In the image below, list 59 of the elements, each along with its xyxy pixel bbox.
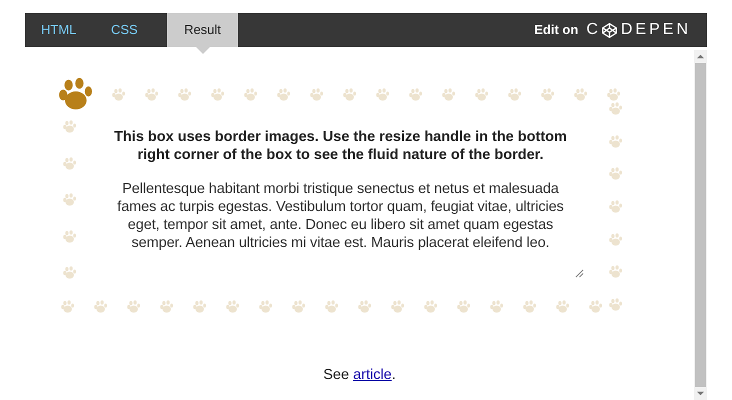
paw-print-icon [62,156,76,170]
tab[interactable]: HTML [27,13,97,47]
paw-print-icon [110,88,124,102]
paw-print-icon [522,300,536,314]
paw-print-icon [62,193,76,207]
paw-print-icon [126,300,140,314]
paw-print-icon [608,102,622,116]
paw-print-icon [276,88,290,102]
paw-print-icon [62,266,76,280]
paw-print-icon [342,88,356,102]
paw-print-icon [62,120,76,134]
box-heading: This box uses border images. Use the resize handle in the bottom right corner of the box to see the fluid nature of the border. [113,128,568,164]
paw-print-icon [224,300,238,314]
paw-print-icon [356,300,370,314]
paw-print-icon [540,88,554,102]
paw-print-icon [92,300,106,314]
resize-handle-icon[interactable] [574,269,584,278]
paw-print-icon [608,167,622,182]
paw-print-icon [210,88,224,102]
paw-print-icon [176,88,190,102]
paw-print-icon [422,300,436,314]
paw-print-icon [258,300,272,314]
paw-print-icon [606,88,620,102]
article-link[interactable]: article [353,367,392,384]
paw-print-icon [144,88,158,102]
paw-print-icon [192,300,206,314]
paw-print-icon [456,300,470,314]
paw-print-icon [506,88,520,102]
tab-pointer-icon [196,47,210,54]
paw-print-icon [608,134,622,149]
scroll-up-arrow-icon[interactable] [697,53,704,60]
paw-print-icon [390,300,404,314]
paw-print-icon [572,88,586,102]
paw-print-icon [374,88,388,102]
paw-print-icon [488,300,502,314]
paw-print-icon [290,300,304,314]
paw-print-icon [440,88,454,102]
paw-print-icon [324,300,338,314]
paw-print-icon [408,88,422,102]
tab[interactable]: CSS [97,13,167,47]
footer-text: See article. [323,366,396,386]
edit-on-codepen-link[interactable]: Edit on C DEPEN [534,13,691,47]
paw-print-icon [608,265,622,280]
paw-print-icon [62,230,76,244]
scrollbar-thumb[interactable] [695,63,706,387]
paw-print-icon [308,88,322,102]
paw-print-icon [608,200,622,214]
paw-print-icon [474,88,488,102]
paw-print-icon [242,88,256,102]
scrollbar[interactable] [694,50,707,400]
box-paragraph: Pellentesque habitant morbi tristique senectus et netus et malesuada fames ac turpis egestas. Vestibulum tortor quam, feugiat vitae, ultricies eget, tempor sit amet, ante. Donec eu libero sit amet quam egestas semper. Aenean ultricies mi vitae est. Mauris placerat eleifend leo. [116,180,565,252]
cube-logo-icon [600,22,618,38]
paw-print-icon [158,300,172,314]
paw-print-icon [60,300,74,314]
paw-print-icon [608,298,622,312]
paw-print-icon [554,300,568,314]
scroll-down-arrow-icon[interactable] [697,390,704,397]
paw-print-icon [608,232,622,247]
paw-print-icon [588,300,602,314]
